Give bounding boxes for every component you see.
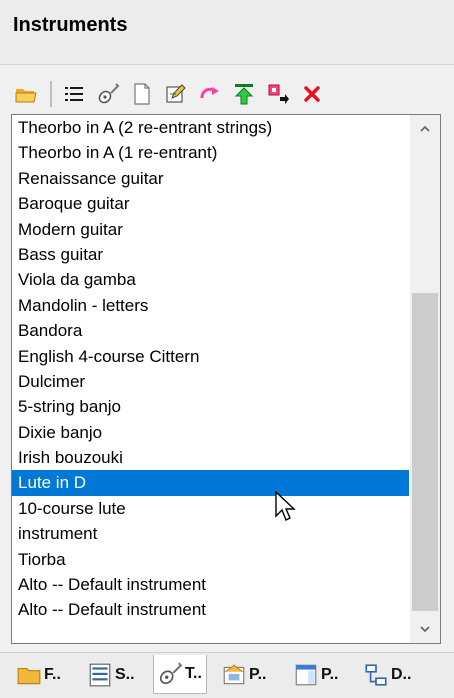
guitar-icon[interactable]	[94, 80, 122, 108]
bottom-tab-bar: F.. S.. T.. P.. P.. D..	[0, 652, 454, 698]
list-item[interactable]: Mandolin - letters	[12, 293, 409, 318]
export-arrow-icon[interactable]	[264, 80, 292, 108]
tab-1[interactable]: S..	[87, 659, 135, 691]
list-item[interactable]: Bandora	[12, 318, 409, 343]
properties-icon	[221, 662, 249, 688]
chevron-up-icon	[420, 125, 430, 132]
toolbar	[12, 74, 432, 114]
folder-icon	[16, 662, 44, 688]
panel-header: Instruments	[0, 0, 454, 65]
new-document-icon[interactable]	[128, 80, 156, 108]
list-item[interactable]: Renaissance guitar	[12, 166, 409, 191]
list-item[interactable]: Alto -- Default instrument	[12, 597, 409, 622]
list-item[interactable]: Theorbo in A (2 re-entrant strings)	[12, 115, 409, 140]
list-item[interactable]: Baroque guitar	[12, 191, 409, 216]
tab-0[interactable]: F..	[16, 659, 61, 691]
list-item[interactable]: 5-string banjo	[12, 394, 409, 419]
toolbar-separator	[50, 81, 52, 107]
folder-open-icon[interactable]	[12, 80, 40, 108]
tab-label: F..	[44, 666, 61, 683]
tab-label: T..	[185, 665, 202, 682]
move-to-top-icon[interactable]	[230, 80, 258, 108]
guitar-icon	[157, 661, 185, 687]
list-item-selected[interactable]: Lute in D	[12, 470, 409, 496]
page-icon	[293, 662, 321, 688]
tab-3[interactable]: P..	[221, 659, 267, 691]
scroll-down-button[interactable]	[410, 615, 440, 643]
score-icon	[87, 662, 115, 688]
list-icon[interactable]	[60, 80, 88, 108]
list-item[interactable]: Theorbo in A (1 re-entrant)	[12, 140, 409, 165]
list-item[interactable]: English 4-course Cittern	[12, 344, 409, 369]
instrument-list[interactable]: Theorbo in A (2 re-entrant strings) Theor…	[11, 114, 441, 644]
panel-title: Instruments	[13, 14, 128, 36]
instruments-panel: Instruments Theorbo in A (2 re-entrant s…	[0, 0, 454, 698]
chevron-down-icon	[420, 626, 430, 633]
scrollbar-thumb[interactable]	[412, 293, 438, 611]
tab-label: P..	[321, 666, 339, 683]
mouse-cursor-icon	[275, 490, 296, 521]
list-item[interactable]: instrument	[12, 521, 409, 546]
diagram-icon	[363, 662, 391, 688]
delete-icon[interactable]	[298, 80, 326, 108]
edit-icon[interactable]	[162, 80, 190, 108]
list-item[interactable]: Alto -- Default instrument	[12, 572, 409, 597]
redo-arrow-icon[interactable]	[196, 80, 224, 108]
scroll-up-button[interactable]	[410, 115, 440, 143]
tab-2[interactable]: T..	[153, 655, 207, 694]
tab-4[interactable]: P..	[293, 659, 339, 691]
tab-label: P..	[249, 666, 267, 683]
vertical-scrollbar[interactable]	[410, 115, 440, 643]
list-item[interactable]: Modern guitar	[12, 217, 409, 242]
list-item[interactable]: Irish bouzouki	[12, 445, 409, 470]
list-item[interactable]: Dulcimer	[12, 369, 409, 394]
list-item[interactable]: Viola da gamba	[12, 267, 409, 292]
tab-label: S..	[115, 666, 135, 683]
list-item[interactable]: Dixie banjo	[12, 420, 409, 445]
list-item[interactable]: Bass guitar	[12, 242, 409, 267]
tab-5[interactable]: D..	[363, 659, 411, 691]
list-item[interactable]: Tiorba	[12, 547, 409, 572]
list-item[interactable]: 10-course lute	[12, 496, 409, 521]
list-items: Theorbo in A (2 re-entrant strings) Theor…	[12, 115, 409, 623]
tab-label: D..	[391, 666, 412, 683]
